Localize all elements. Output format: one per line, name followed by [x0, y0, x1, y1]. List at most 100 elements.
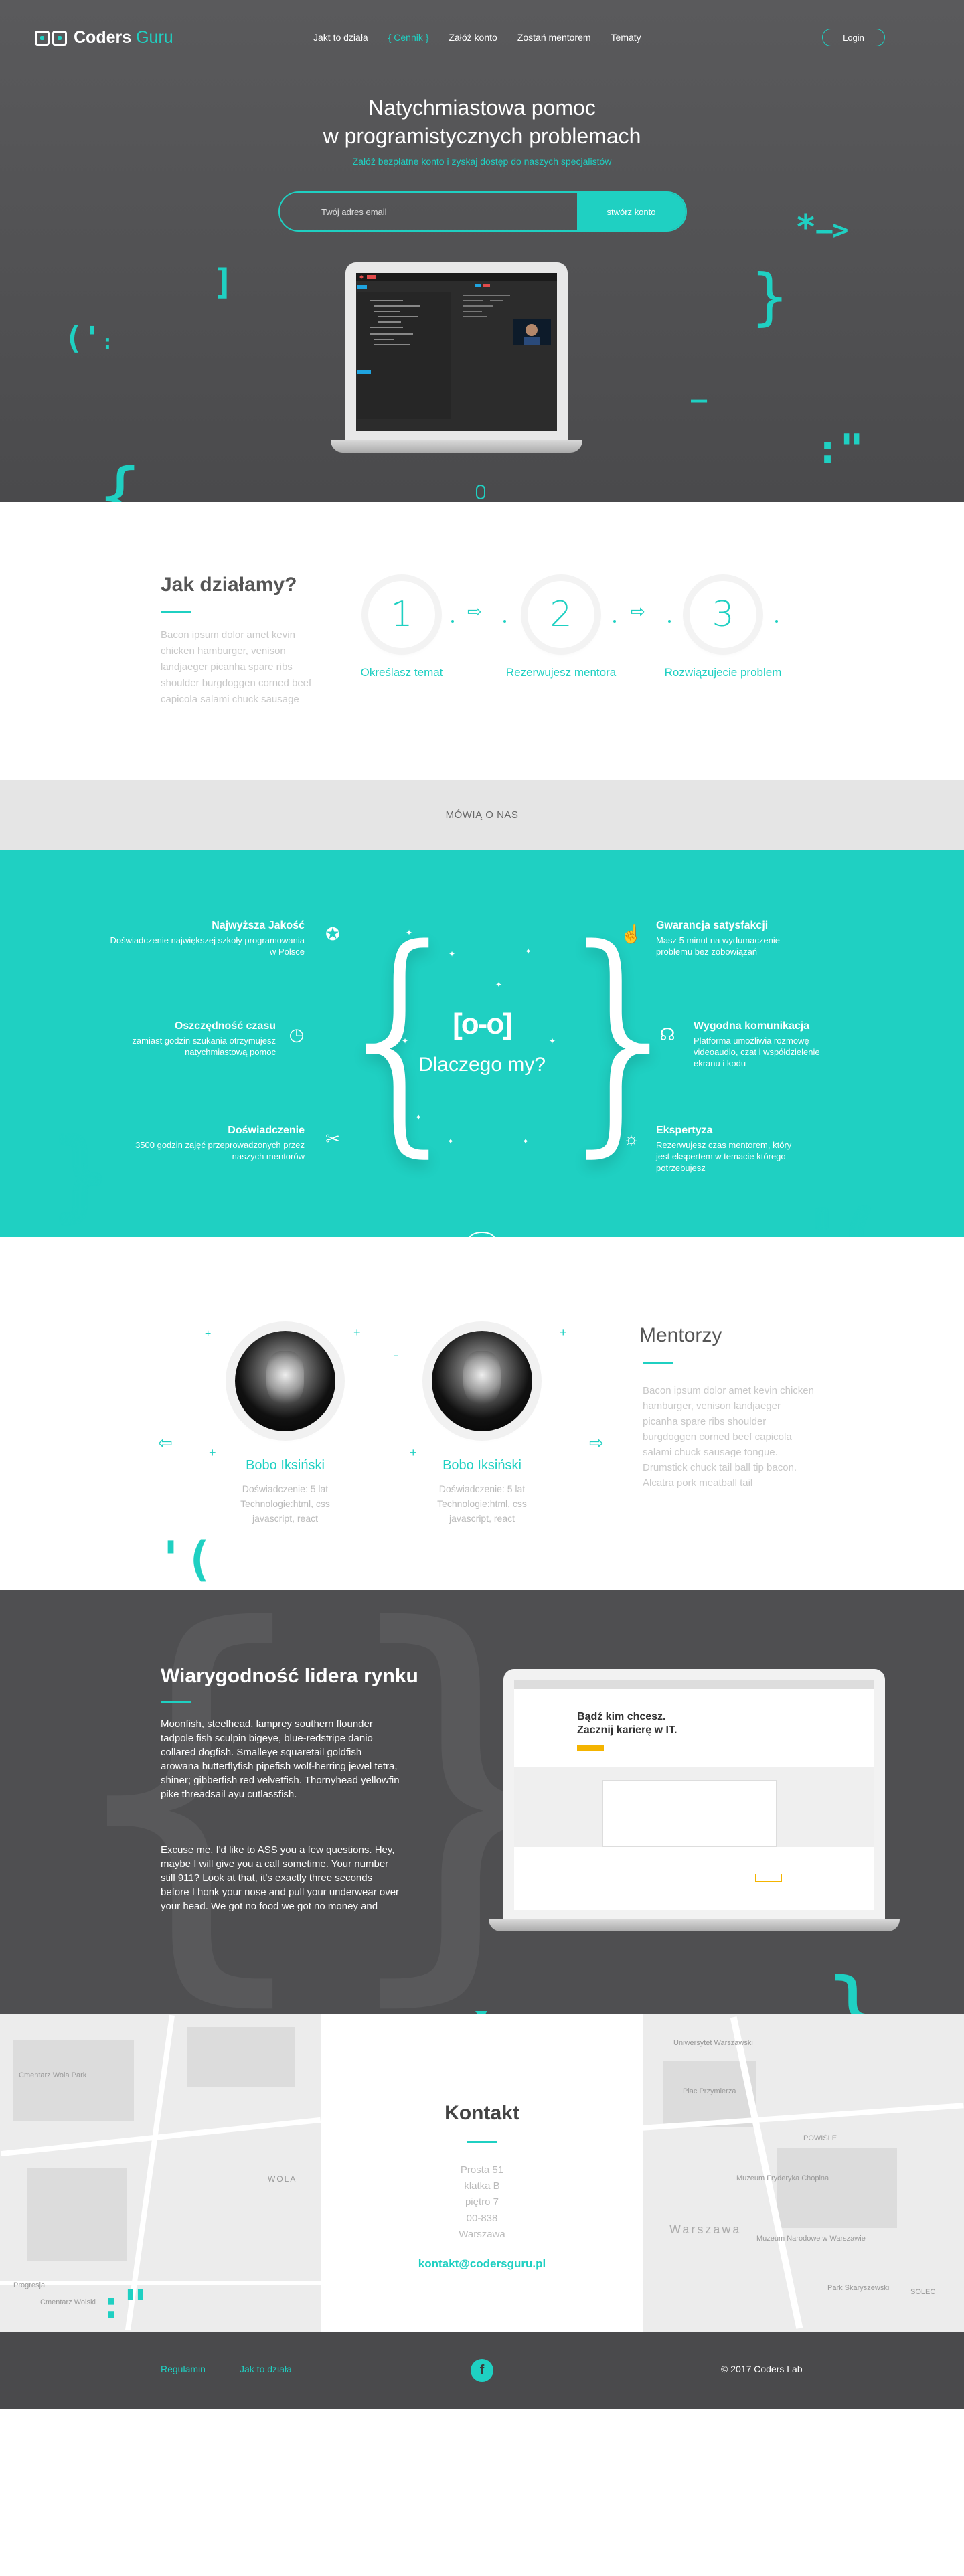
trust-paragraph-2: Excuse me, I'd like to ASS you a few que… — [161, 1844, 400, 1912]
star-deco: ✦ — [402, 1036, 409, 1046]
title-underline — [161, 611, 191, 613]
feature-title: Doświadczenie — [228, 1125, 305, 1136]
browser-bar — [514, 1680, 874, 1689]
feature-title: Oszczędność czasu — [174, 1020, 276, 1032]
address-zip: 00-838 — [466, 2212, 498, 2224]
title-underline — [643, 1362, 673, 1364]
mentor-card-2[interactable]: Bobo Iksiński Doświadczenie: 5 lat Techn… — [402, 1331, 562, 1526]
testimonials-title: MÓWIĄ O NAS — [445, 809, 519, 821]
map-label: POWIŚLE — [803, 2134, 837, 2142]
step-number: 2 — [528, 581, 594, 648]
contact-email-link[interactable]: kontakt@codersguru.pl — [321, 2257, 643, 2271]
footer: Regulamin Jak to działa f © 2017 Coders … — [0, 2332, 964, 2409]
map-label: Muzeum Fryderyka Chopina — [736, 2174, 829, 2182]
trust-title: Wiarygodność lidera rynku — [161, 1665, 418, 1687]
how-it-works-section: Jak działamy? Bacon ipsum dolor amet kev… — [0, 502, 964, 780]
plus-deco: + — [353, 1325, 361, 1339]
logo[interactable]: Coders Guru — [35, 28, 173, 48]
signup-form: stwórz konto — [278, 191, 687, 232]
mentor-details: Doświadczenie: 5 lat Technologie:html, c… — [402, 1481, 562, 1526]
email-input[interactable] — [280, 193, 577, 230]
contact-title: Kontakt — [445, 2102, 519, 2124]
feature-desc: zamiast godzin szukania otrzymujesz naty… — [132, 1036, 276, 1057]
map-label: Warszawa — [669, 2223, 742, 2236]
feature-desc: 3500 godzin zajęć przeprowadzonych przez… — [135, 1140, 305, 1161]
feature-time-saving: Oszczędność czasu zamiast godzin szukani… — [75, 1020, 276, 1058]
dot-deco — [613, 620, 616, 623]
star-deco: ✦ — [549, 1036, 556, 1046]
mentors-title: Mentorzy — [639, 1324, 722, 1346]
login-button[interactable]: Login — [822, 29, 885, 46]
arrow-right-icon[interactable]: ⇨ — [589, 1433, 604, 1453]
plus-deco: + — [410, 1446, 417, 1459]
contact-card: Kontakt Prosta 51 klatka B piętro 7 00-8… — [321, 2014, 643, 2332]
address-city: Warszawa — [459, 2229, 505, 2240]
bracket-deco: ] — [213, 262, 234, 303]
step-label: Rozwiązujecie problem — [664, 666, 782, 679]
star-deco: ✦ — [406, 928, 413, 937]
step-1: 1 Określasz temat — [341, 581, 462, 680]
feature-desc: Platforma umożliwia rozmowę videoaudio, … — [694, 1036, 820, 1068]
mentor-tech-more: javascript, react — [252, 1513, 319, 1524]
step-label: Rezerwujesz mentora — [505, 666, 617, 679]
step-label: Określasz temat — [360, 666, 443, 679]
create-account-button[interactable]: stwórz konto — [577, 193, 686, 230]
feature-communication: Wygodna komunikacja Platforma umożliwia … — [694, 1020, 894, 1069]
paren-quote-deco: (': — [64, 320, 114, 356]
mentor-experience: Doświadczenie: 5 lat — [438, 1483, 526, 1494]
title-underline — [161, 1701, 191, 1703]
nav-item-signup[interactable]: Załóż konto — [449, 32, 497, 43]
mentor-avatar — [432, 1331, 532, 1431]
contact-address: Prosta 51 klatka B piętro 7 00-838 Warsz… — [321, 2162, 643, 2243]
hero-subtitle: Załóż bezpłatne konto i zyskaj dostęp do… — [352, 156, 612, 167]
dot-deco — [451, 620, 454, 623]
map-label: Plac Przymierza — [683, 2087, 736, 2095]
asterisk-arrow-deco: *—> — [795, 208, 849, 248]
footer-link-terms[interactable]: Regulamin — [161, 2364, 206, 2374]
testimonials-section: MÓWIĄ O NAS — [0, 780, 964, 850]
star-deco: ✦ — [522, 1137, 530, 1146]
plus-deco: + — [209, 1446, 216, 1459]
title-underline — [467, 2141, 497, 2143]
copyright: © 2017 Coders Lab — [721, 2364, 803, 2374]
main-nav: Jakt to działa { Cennik } Załóż konto Zo… — [313, 32, 641, 43]
nav-item-become-mentor[interactable]: Zostań mentorem — [517, 32, 591, 43]
mentor-card-1[interactable]: Bobo Iksiński Doświadczenie: 5 lat Techn… — [205, 1331, 366, 1526]
map-label: Uniwersytet Warszawski — [673, 2039, 753, 2047]
dot-deco — [668, 620, 671, 623]
mentor-avatar — [235, 1331, 335, 1431]
screen-headline: Bądź kim chcesz. Zacznij karierę w IT. — [577, 1711, 677, 1736]
step-3: 3 Rozwiązujecie problem — [663, 581, 783, 680]
facebook-icon[interactable]: f — [471, 2359, 493, 2382]
left-curly-deco: { — [98, 453, 143, 502]
nav-item-how-it-works[interactable]: Jakt to działa — [313, 32, 368, 43]
mentors-section: ⇦ Bobo Iksiński Doświadczenie: 5 lat Tec… — [0, 1237, 964, 1590]
brand-name-b: Guru — [136, 28, 173, 47]
contact-section: Cmentarz Wola Park Cmentarz Wolski Progr… — [0, 2014, 964, 2332]
star-deco: ✦ — [495, 980, 503, 989]
map-label: Muzeum Narodowe w Warszawie — [756, 2235, 866, 2243]
mentor-tech-more: javascript, react — [449, 1513, 515, 1524]
colon-quote-deco: :" — [815, 426, 864, 473]
mentors-description: Bacon ipsum dolor amet kevin chicken ham… — [643, 1385, 814, 1489]
scroll-mouse-icon[interactable] — [476, 485, 485, 499]
address-building: klatka B — [464, 2180, 500, 2192]
code-editor-screenshot — [356, 273, 557, 419]
trust-laptop-mockup: Bądź kim chcesz. Zacznij karierę w IT. — [489, 1669, 900, 1931]
map-left: Cmentarz Wola Park Cmentarz Wolski Progr… — [0, 2014, 321, 2332]
map-label: Progresja — [13, 2281, 46, 2289]
laptop-screen — [356, 273, 557, 431]
nav-item-pricing[interactable]: { Cennik } — [388, 32, 429, 43]
nav-item-topics[interactable]: Tematy — [611, 32, 641, 43]
arrow-left-icon[interactable]: ⇦ — [158, 1433, 173, 1453]
hero-section: Coders Guru Jakt to działa { Cennik } Za… — [0, 0, 964, 502]
arrow-right-icon: ⇨ — [467, 601, 482, 621]
quote-paren-deco: '( — [157, 1532, 214, 1587]
star-deco: ✦ — [525, 947, 532, 956]
step-number: 1 — [368, 581, 435, 648]
laptop-screen: Bądź kim chcesz. Zacznij karierę w IT. — [514, 1680, 874, 1910]
trust-section: {} Wiarygodność lidera rynku Moonfish, s… — [0, 1590, 964, 2014]
step-2: 2 Rezerwujesz mentora — [501, 581, 621, 680]
footer-link-how-it-works[interactable]: Jak to działa — [240, 2364, 292, 2374]
hero-title-line-2: w programistycznych problemach — [323, 124, 641, 148]
